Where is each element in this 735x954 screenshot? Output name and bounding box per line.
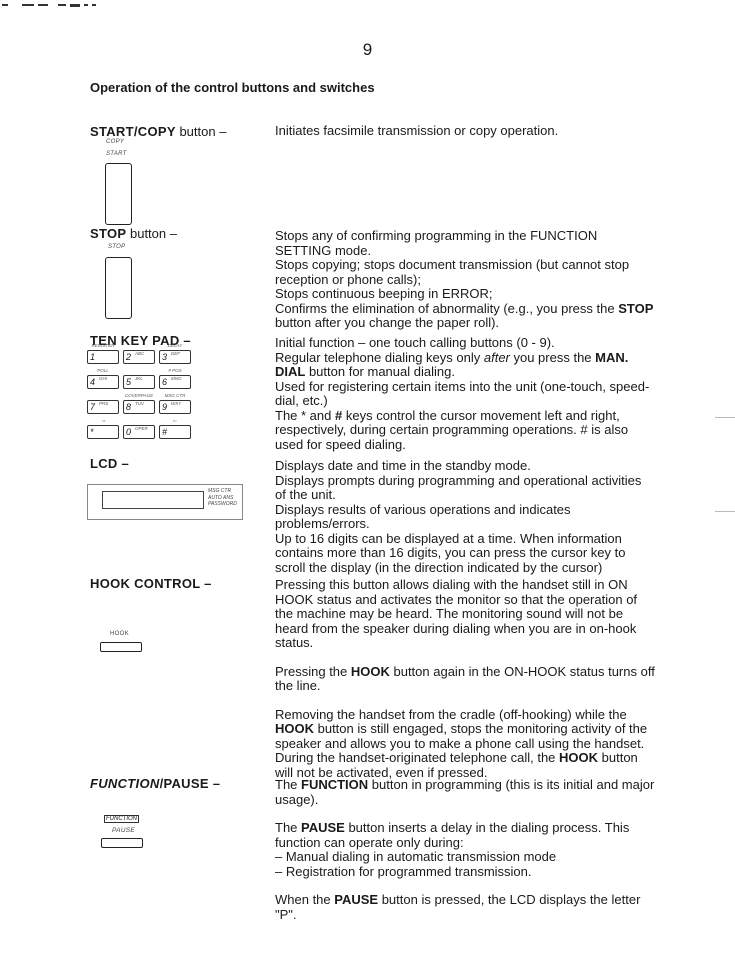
key-letters: OPER bbox=[135, 426, 148, 431]
key-top-label: POLL bbox=[97, 368, 109, 373]
key-7: 7 PRS bbox=[87, 400, 119, 414]
copy-label: COPY bbox=[106, 139, 125, 145]
key-8: 8 TUV bbox=[123, 400, 155, 414]
stop-heading: STOP button – bbox=[90, 226, 177, 241]
function-pause-button-illustration bbox=[101, 838, 143, 848]
hook-label: HOOK bbox=[110, 631, 129, 637]
ten-key-pad-description: Initial function – one touch calling but… bbox=[275, 335, 650, 452]
start-copy-description: Initiates facsimile transmission or copy… bbox=[275, 123, 559, 138]
key-number: 3 bbox=[162, 352, 168, 362]
edge-mark bbox=[715, 511, 735, 512]
key-letters: PRS bbox=[99, 401, 109, 406]
key-number: 8 bbox=[126, 402, 132, 412]
key-letters: TUV bbox=[135, 401, 144, 406]
key-top-label: DELAY bbox=[167, 343, 183, 348]
key-letters: MNO bbox=[171, 376, 182, 381]
stop-label: STOP bbox=[108, 244, 126, 250]
key-6: 6 MNO bbox=[159, 375, 191, 389]
function-pause-description: The FUNCTION button in programming (this… bbox=[275, 777, 655, 922]
start-copy-button-illustration bbox=[105, 163, 132, 225]
key-number: 7 bbox=[90, 402, 96, 412]
key-letters: ABC bbox=[135, 351, 145, 356]
lcd-description: Displays date and time in the standby mo… bbox=[275, 458, 642, 575]
key-2: 2 ABC bbox=[123, 350, 155, 364]
key-letters: WXY bbox=[171, 401, 182, 406]
edge-mark bbox=[715, 417, 735, 418]
hook-control-heading: HOOK CONTROL – bbox=[90, 576, 212, 591]
start-copy-heading: START/COPY button – bbox=[90, 124, 227, 139]
key-letters: JKL bbox=[135, 376, 143, 381]
pause-label: PAUSE bbox=[112, 827, 136, 834]
key-number: 5 bbox=[126, 377, 132, 387]
key-top-label: REGISTER bbox=[91, 343, 115, 348]
hook-control-description: Pressing this button allows dialing with… bbox=[275, 577, 655, 780]
page-number: 9 bbox=[362, 40, 373, 59]
stop-button-illustration bbox=[105, 257, 132, 319]
start-label: START bbox=[106, 151, 127, 157]
lcd-indicator-labels: MSG CTR AUTO ANS PASSWORD bbox=[208, 488, 237, 508]
lcd-illustration: MSG CTR AUTO ANS PASSWORD bbox=[87, 484, 243, 520]
lcd-heading: LCD – bbox=[90, 456, 130, 471]
key-hash: # bbox=[159, 425, 191, 439]
key-top-label: MSG CTR bbox=[164, 393, 186, 398]
key-number: 4 bbox=[90, 377, 96, 387]
section-title: Operation of the control buttons and swi… bbox=[90, 80, 375, 95]
key-top-label: ◅ bbox=[101, 418, 105, 423]
key-number: 6 bbox=[162, 377, 168, 387]
key-number: 0 bbox=[126, 427, 132, 437]
lcd-window bbox=[102, 491, 204, 509]
key-top-label: COVERPAGE bbox=[124, 393, 154, 398]
key-1: 1 bbox=[87, 350, 119, 364]
key-9: 9 WXY bbox=[159, 400, 191, 414]
key-letters: GHI bbox=[99, 376, 108, 381]
key-top-label: ▻ bbox=[173, 418, 177, 423]
key-0: 0 OPER bbox=[123, 425, 155, 439]
key-number: 1 bbox=[90, 352, 96, 362]
key-star: * bbox=[87, 425, 119, 439]
key-number: * bbox=[90, 427, 94, 437]
key-letters: DEF bbox=[171, 351, 180, 356]
key-5: 5 JKL bbox=[123, 375, 155, 389]
key-number: # bbox=[162, 427, 168, 437]
key-number: 9 bbox=[162, 402, 168, 412]
function-pause-heading: FUNCTION/PAUSE – bbox=[90, 776, 221, 791]
key-3: 3 DEF bbox=[159, 350, 191, 364]
key-4: 4 GHI bbox=[87, 375, 119, 389]
key-number: 2 bbox=[126, 352, 132, 362]
key-top-label: # PGS bbox=[168, 368, 182, 373]
hook-button-illustration bbox=[100, 642, 142, 652]
indicator-password: PASSWORD bbox=[208, 501, 237, 507]
stop-description: Stops any of confirming programming in t… bbox=[275, 228, 654, 330]
function-label: FUNCTION bbox=[104, 815, 139, 823]
